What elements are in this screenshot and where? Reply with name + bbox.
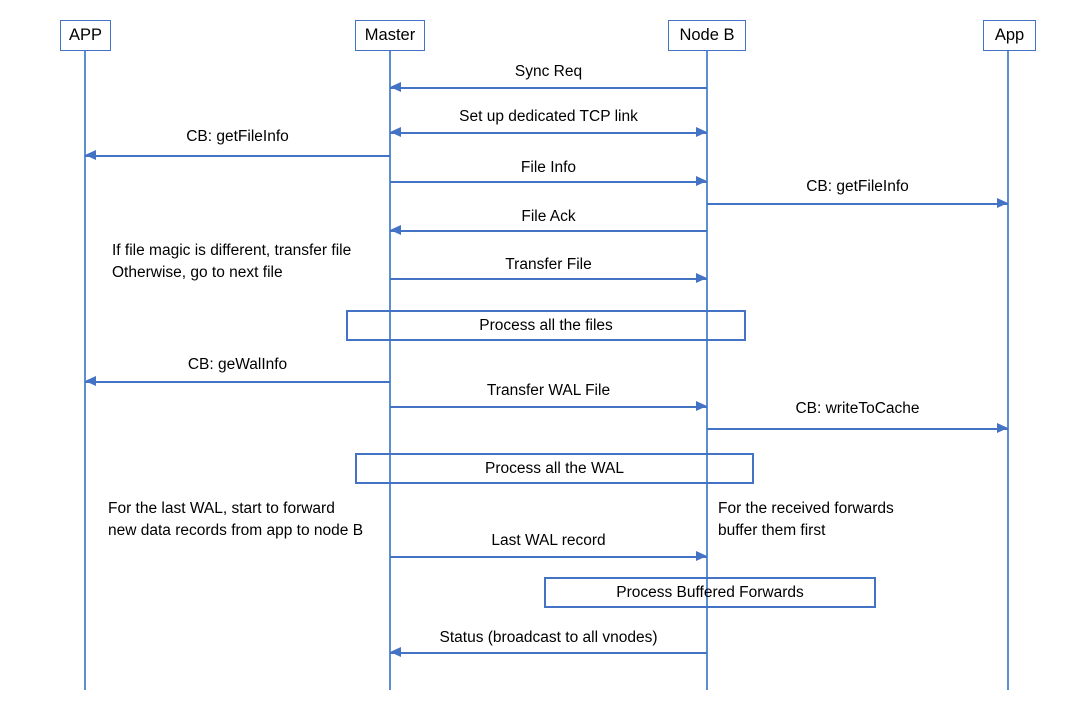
note-note-file-magic: If file magic is different, transfer fil…: [112, 242, 352, 282]
arrowhead-left-setup-tcp: [390, 127, 401, 138]
process-box-process-all-files[interactable]: Process all the files: [346, 310, 746, 341]
message-label-cb-getfileinfo-right: CB: getFileInfo: [806, 178, 909, 195]
message-line-cb-gewalinfo: [85, 381, 390, 383]
actor-box-master[interactable]: Master: [355, 20, 425, 51]
message-label-transfer-file: Transfer File: [505, 256, 592, 273]
sequence-diagram-canvas: Sync Req Set up dedicated TCP link CB: get…: [0, 0, 1081, 705]
arrowhead-right-last-wal-record: [696, 551, 707, 562]
message-line-cb-getfileinfo-left: [85, 155, 390, 157]
message-label-status-broadcast: Status (broadcast to all vnodes): [439, 629, 658, 646]
message-label-cb-gewalinfo: CB: geWalInfo: [187, 356, 288, 373]
message-line-setup-tcp: [390, 132, 707, 134]
arrowhead-right-transfer-wal-file: [696, 401, 707, 412]
actor-box-node_b[interactable]: Node B: [668, 20, 746, 51]
arrowhead-right-cb-writetocache: [997, 423, 1008, 434]
arrowhead-left-cb-getfileinfo-left: [85, 150, 96, 161]
message-line-transfer-wal-file: [390, 406, 707, 408]
message-line-last-wal-record: [390, 556, 707, 558]
message-label-cb-writetocache: CB: writeToCache: [795, 400, 920, 417]
message-label-file-info: File Info: [520, 159, 577, 176]
message-label-last-wal-record: Last WAL record: [491, 532, 606, 549]
message-line-file-ack: [390, 230, 707, 232]
note-note-buffer-forwards: For the received forwards buffer them fi…: [718, 500, 894, 540]
message-line-transfer-file: [390, 278, 707, 280]
message-label-file-ack: File Ack: [521, 208, 576, 225]
actor-box-app_left[interactable]: APP: [60, 20, 111, 51]
message-line-cb-writetocache: [707, 428, 1008, 430]
note-note-last-wal-forward: For the last WAL, start to forward new d…: [108, 500, 364, 540]
message-label-transfer-wal-file: Transfer WAL File: [486, 382, 611, 399]
arrowhead-left-sync-req: [390, 82, 401, 93]
process-box-process-buffered-forwards[interactable]: Process Buffered Forwards: [544, 577, 876, 608]
message-label-setup-tcp: Set up dedicated TCP link: [459, 108, 638, 125]
arrowhead-right-setup-tcp: [696, 127, 707, 138]
message-line-sync-req: [390, 87, 707, 89]
process-box-process-all-wal[interactable]: Process all the WAL: [355, 453, 754, 484]
message-line-status-broadcast: [390, 652, 707, 654]
actor-box-app_right[interactable]: App: [983, 20, 1036, 51]
message-line-file-info: [390, 181, 707, 183]
arrowhead-right-cb-getfileinfo-right: [997, 198, 1008, 209]
message-label-cb-getfileinfo-left: CB: getFileInfo: [186, 128, 289, 145]
message-line-cb-getfileinfo-right: [707, 203, 1008, 205]
lifeline-app_right: [1007, 51, 1009, 690]
message-label-sync-req: Sync Req: [514, 63, 583, 80]
arrowhead-left-cb-gewalinfo: [85, 376, 96, 387]
